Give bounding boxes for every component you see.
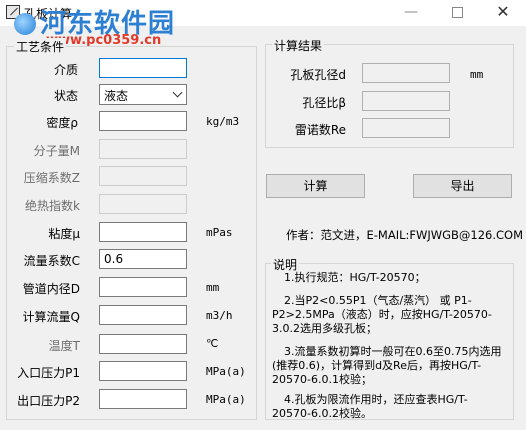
note-item: 1.执行规范：HG/T-20570； xyxy=(284,271,426,284)
diameter-ratio-label: 孔径比β xyxy=(302,96,346,110)
results-label: 计算结果 xyxy=(272,37,325,54)
orifice-diameter-unit: mm xyxy=(470,68,484,81)
temperature-unit: ℃ xyxy=(206,337,219,350)
pipe-diameter-unit: mm xyxy=(206,281,220,294)
maximize-icon xyxy=(451,7,463,18)
outlet-pressure-unit: MPa(a) xyxy=(206,393,246,406)
reynolds-label: 雷诺数Re xyxy=(294,123,346,137)
orifice-diameter-output xyxy=(362,63,450,83)
density-label: 密度ρ xyxy=(46,116,78,130)
calc-flow-unit: m3/h xyxy=(206,309,233,322)
process-conditions-label: 工艺条件 xyxy=(14,38,67,55)
density-unit: kg/m3 xyxy=(206,115,240,128)
molecular-weight-label: 分子量M xyxy=(33,144,80,158)
export-button[interactable]: 导出 xyxy=(413,174,512,198)
state-select-value: 液态 xyxy=(104,89,129,103)
minimize-button[interactable]: — xyxy=(388,0,434,26)
diameter-ratio-output xyxy=(362,91,450,111)
note-item: 3.流量系数初算时一般可在0.6至0.75内选用(推荐0.6)，计算得到d及Re… xyxy=(272,345,502,386)
adiabatic-index-input xyxy=(99,194,187,214)
adiabatic-index-label: 绝热指数k xyxy=(25,199,80,213)
viscosity-input[interactable] xyxy=(99,222,187,242)
watermark-logo-icon xyxy=(14,13,36,35)
viscosity-unit: mPas xyxy=(206,226,233,239)
calculate-button[interactable]: 计算 xyxy=(266,174,365,198)
density-input[interactable] xyxy=(99,111,187,131)
molecular-weight-input xyxy=(99,139,187,159)
temperature-input[interactable] xyxy=(99,334,187,354)
compress-factor-label: 压缩系数Z xyxy=(23,171,80,185)
flow-coeff-label: 流量系数C xyxy=(23,254,80,268)
outlet-pressure-input[interactable] xyxy=(99,389,187,409)
calc-flow-label: 计算流量Q xyxy=(22,310,80,324)
medium-input[interactable] xyxy=(99,58,187,78)
reynolds-output xyxy=(362,118,450,138)
orifice-diameter-label: 孔板孔径d xyxy=(290,68,346,82)
inlet-pressure-label: 入口压力P1 xyxy=(17,366,80,380)
chevron-down-icon xyxy=(172,87,183,98)
viscosity-label: 粘度μ xyxy=(48,227,80,241)
maximize-button[interactable] xyxy=(434,0,480,26)
flow-coeff-input[interactable] xyxy=(99,249,187,269)
outlet-pressure-label: 出口压力P2 xyxy=(17,394,80,408)
calc-flow-input[interactable] xyxy=(99,305,187,325)
inlet-pressure-unit: MPa(a) xyxy=(206,365,246,378)
temperature-label: 温度T xyxy=(48,339,80,353)
note-item: 4.孔板为限流作用时，还应查表HG/T-20570-6.0.2校验。 xyxy=(272,393,468,420)
pipe-diameter-label: 管道内径D xyxy=(22,282,80,296)
author-info: 作者：范文进，E-MAIL:FWJWGB@126.COM xyxy=(286,228,524,242)
medium-label: 介质 xyxy=(53,63,78,77)
state-select[interactable]: 液态 xyxy=(99,84,187,105)
title-bar: 孔板计算 河东软件园 www.pc0359.cn — ✕ xyxy=(0,0,526,48)
close-button[interactable]: ✕ xyxy=(480,0,526,26)
pipe-diameter-input[interactable] xyxy=(99,277,187,297)
inlet-pressure-input[interactable] xyxy=(99,361,187,381)
note-item: 2.当P2<0.55P1（气态/蒸汽） 或 P1-P2>2.5MPa（液态）时，… xyxy=(272,294,492,335)
compress-factor-input xyxy=(99,166,187,186)
state-label: 状态 xyxy=(53,89,78,103)
